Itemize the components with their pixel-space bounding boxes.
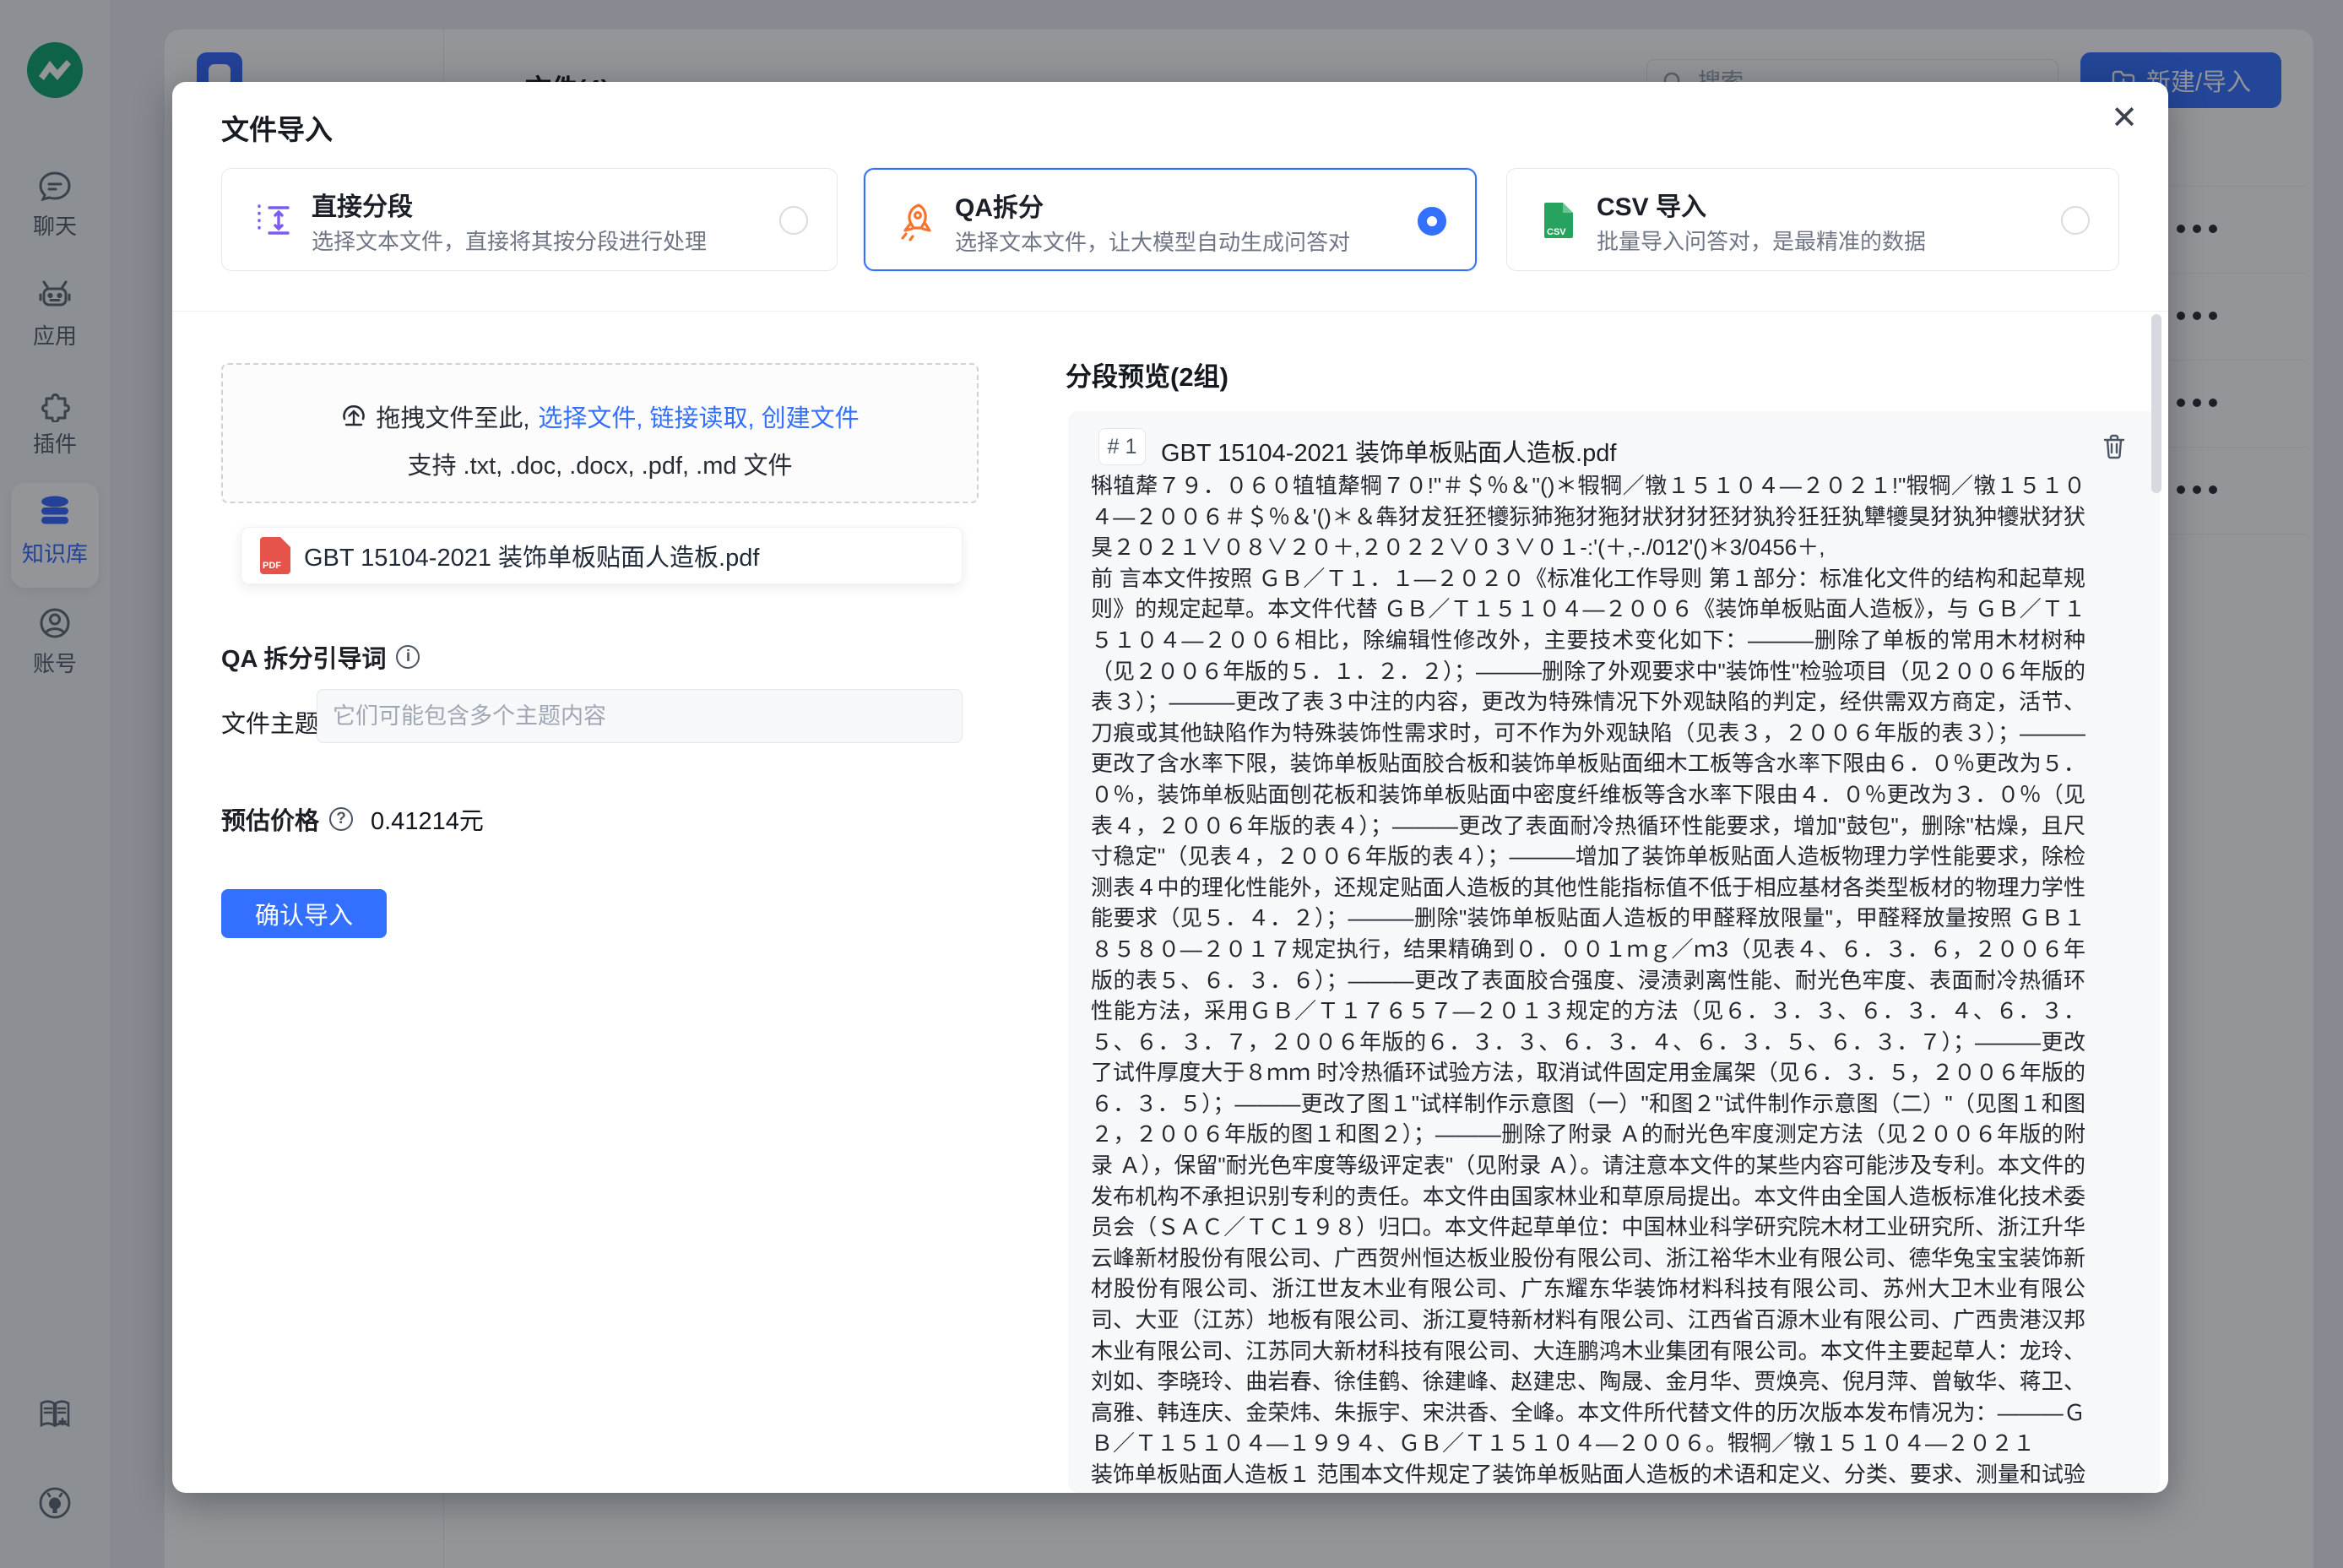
radio-direct-segment[interactable] xyxy=(779,206,808,235)
dropzone-support-text: 支持 .txt, .doc, .docx, .pdf, .md 文件 xyxy=(223,446,977,481)
rocket-orange-icon xyxy=(896,200,938,242)
info-icon[interactable]: i xyxy=(396,645,420,669)
topic-input-wrap xyxy=(317,689,963,743)
mode-desc: 批量导入问答对，是最精准的数据 xyxy=(1597,225,1926,256)
preview-heading: 分段预览(2组) xyxy=(1066,355,1228,393)
radio-csv-import[interactable] xyxy=(2061,206,2090,235)
mode-desc: 选择文本文件，让大模型自动生成问答对 xyxy=(955,225,1350,257)
dropzone-links: 选择文件, 链接读取, 创建文件 xyxy=(538,399,859,434)
dropzone-link[interactable]: 选择文件 xyxy=(538,405,636,432)
svg-text:CSV: CSV xyxy=(1547,227,1566,237)
mode-desc: 选择文本文件，直接将其按分段进行处理 xyxy=(312,225,707,256)
mode-title: QA拆分 xyxy=(955,187,1044,224)
qa-prompt-label: QA 拆分引导词 xyxy=(221,639,386,675)
topic-input[interactable] xyxy=(317,689,963,743)
close-icon[interactable]: ✕ xyxy=(2101,94,2148,141)
pdf-file-icon: PDF xyxy=(260,537,290,574)
uploaded-file-name: GBT 15104-2021 装饰单板贴面人造板.pdf xyxy=(304,538,759,573)
price-row: 预估价格 ? xyxy=(221,801,353,837)
upload-icon xyxy=(340,403,367,430)
mode-card-csv-import[interactable]: CSV CSV 导入 批量导入问答对，是最精准的数据 xyxy=(1506,168,2119,271)
dropzone-link[interactable]: 链接读取 xyxy=(650,405,748,432)
preview-paragraph: 前 言本文件按照 ＧＢ／Ｔ１．１—２０２０《标准化工作导则 第１部分：标准化文件… xyxy=(1091,563,2085,1459)
delete-chunk-icon[interactable] xyxy=(2099,431,2129,462)
mode-card-direct-segment[interactable]: 直接分段 选择文本文件，直接将其按分段进行处理 xyxy=(221,168,838,271)
preview-paragraph: 犐犆犛７９．０６０犆犆犛犅７０!"＃＄％＆''()＊犌犅／犜１５１０４—２０２１… xyxy=(1091,470,2085,563)
chunk-file-name: GBT 15104-2021 装饰单板贴面人造板.pdf xyxy=(1161,433,1616,469)
radio-qa-split[interactable] xyxy=(1418,207,1446,236)
dropzone-link[interactable]: 创建文件 xyxy=(762,405,860,432)
csv-green-file-icon: CSV xyxy=(1538,199,1580,241)
section-divider xyxy=(172,311,2168,312)
preview-paragraph: 装饰单板贴面人造板１ 范围本文件规定了装饰单板贴面人造板的术语和定义、分类、要求… xyxy=(1091,1459,2085,1493)
preview-chunk-card: # 1 GBT 15104-2021 装饰单板贴面人造板.pdf 犐犆犛７９．０… xyxy=(1068,411,2160,1493)
file-import-modal: 文件导入 ✕ 直接分段 选择文本文件，直接将其按分段进行处理 QA拆分 选择文本… xyxy=(172,82,2168,1493)
topic-label: 文件主题 xyxy=(221,704,319,740)
price-value: 0.41214元 xyxy=(371,801,484,837)
price-label: 预估价格 xyxy=(221,801,319,837)
file-dropzone[interactable]: 拖拽文件至此, 选择文件, 链接读取, 创建文件 支持 .txt, .doc, … xyxy=(221,363,979,503)
qa-prompt-label-row: QA 拆分引导词 i xyxy=(221,639,420,675)
scrollbar-thumb[interactable] xyxy=(2151,314,2161,493)
dropzone-drag-text: 拖拽文件至此, xyxy=(376,399,529,434)
screen: 聊天 应用 插件 知识库 xyxy=(0,0,2343,1568)
mode-card-qa-split[interactable]: QA拆分 选择文本文件，让大模型自动生成问答对 xyxy=(864,168,1477,271)
uploaded-file-item[interactable]: PDF GBT 15104-2021 装饰单板贴面人造板.pdf xyxy=(241,527,963,584)
chunk-text: 犐犆犛７９．０６０犆犆犛犅７０!"＃＄％＆''()＊犌犅／犜１５１０４—２０２１… xyxy=(1091,470,2085,1493)
chunk-index-badge: # 1 xyxy=(1098,428,1146,465)
modal-title: 文件导入 xyxy=(221,107,333,148)
confirm-import-button[interactable]: 确认导入 xyxy=(221,889,387,938)
segment-purple-icon xyxy=(252,199,295,241)
mode-title: CSV 导入 xyxy=(1597,186,1706,223)
mode-title: 直接分段 xyxy=(312,186,413,223)
help-icon[interactable]: ? xyxy=(329,807,353,831)
